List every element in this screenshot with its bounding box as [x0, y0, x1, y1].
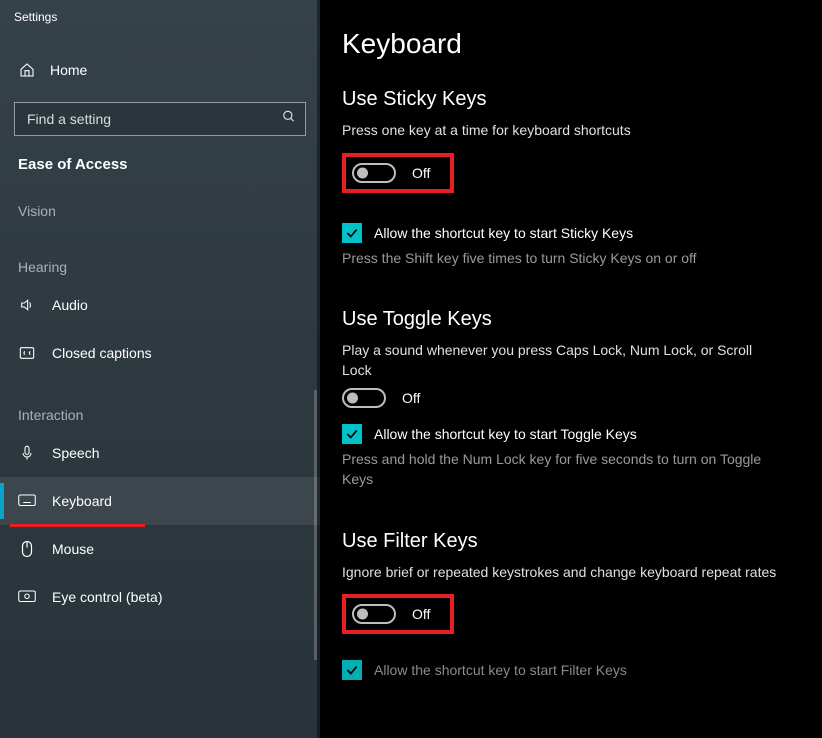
home-icon: [18, 62, 36, 78]
sidebar-item-label: Eye control (beta): [52, 589, 163, 605]
toggle-keys-hint: Press and hold the Num Lock key for five…: [342, 450, 782, 489]
annotation-underline: [10, 524, 145, 527]
eye-control-icon: [18, 590, 36, 604]
home-label: Home: [50, 62, 87, 78]
section-heading-toggle-keys: Use Toggle Keys: [342, 308, 794, 331]
keyboard-icon: [18, 494, 36, 508]
toggle-keys-toggle[interactable]: [342, 388, 386, 408]
sidebar-item-label: Keyboard: [52, 493, 112, 509]
sidebar-item-speech[interactable]: Speech: [0, 429, 320, 477]
annotation-highlight-sticky: Off: [342, 153, 454, 193]
section-heading-sticky-keys: Use Sticky Keys: [342, 88, 794, 111]
mouse-icon: [18, 540, 36, 558]
sidebar-item-eye-control[interactable]: Eye control (beta): [0, 573, 320, 621]
group-interaction: Interaction: [0, 377, 320, 429]
group-vision: Vision: [0, 179, 320, 225]
home-button[interactable]: Home: [0, 48, 320, 92]
sidebar-item-label: Audio: [52, 297, 88, 313]
sidebar-item-audio[interactable]: Audio: [0, 281, 320, 329]
sticky-keys-toggle[interactable]: [352, 163, 396, 183]
toggle-keys-shortcut-label: Allow the shortcut key to start Toggle K…: [374, 426, 637, 442]
search-wrap: [14, 102, 306, 136]
filter-keys-shortcut-label: Allow the shortcut key to start Filter K…: [374, 662, 627, 678]
page-title: Keyboard: [342, 28, 794, 60]
toggle-keys-shortcut-checkbox[interactable]: [342, 424, 362, 444]
closed-captions-icon: [18, 346, 36, 360]
toggle-keys-toggle-label: Off: [402, 390, 420, 406]
sidebar-item-label: Speech: [52, 445, 99, 461]
audio-icon: [18, 297, 36, 313]
sticky-keys-desc: Press one key at a time for keyboard sho…: [342, 121, 782, 141]
toggle-keys-desc: Play a sound whenever you press Caps Loc…: [342, 341, 782, 380]
app-title: Settings: [0, 0, 320, 24]
sidebar-item-closed-captions[interactable]: Closed captions: [0, 329, 320, 377]
sticky-keys-toggle-label: Off: [412, 165, 430, 181]
sidebar-item-keyboard[interactable]: Keyboard: [0, 477, 320, 525]
section-heading-filter-keys: Use Filter Keys: [342, 530, 794, 553]
sidebar: Settings Home Ease of Access Vision Hear…: [0, 0, 320, 738]
search-input[interactable]: [14, 102, 306, 136]
sidebar-item-mouse[interactable]: Mouse: [0, 525, 320, 573]
microphone-icon: [18, 445, 36, 461]
filter-keys-toggle[interactable]: [352, 604, 396, 624]
search-icon[interactable]: [282, 110, 296, 129]
group-hearing: Hearing: [0, 225, 320, 281]
main-content: Keyboard Use Sticky Keys Press one key a…: [320, 0, 822, 738]
sticky-keys-shortcut-checkbox[interactable]: [342, 223, 362, 243]
filter-keys-desc: Ignore brief or repeated keystrokes and …: [342, 563, 782, 583]
sidebar-item-label: Closed captions: [52, 345, 152, 361]
sidebar-section-title: Ease of Access: [0, 156, 320, 173]
sidebar-item-label: Mouse: [52, 541, 94, 557]
filter-keys-toggle-label: Off: [412, 606, 430, 622]
sticky-keys-shortcut-label: Allow the shortcut key to start Sticky K…: [374, 225, 633, 241]
sticky-keys-hint: Press the Shift key five times to turn S…: [342, 249, 782, 269]
annotation-highlight-filter: Off: [342, 594, 454, 634]
filter-keys-shortcut-checkbox[interactable]: [342, 660, 362, 680]
